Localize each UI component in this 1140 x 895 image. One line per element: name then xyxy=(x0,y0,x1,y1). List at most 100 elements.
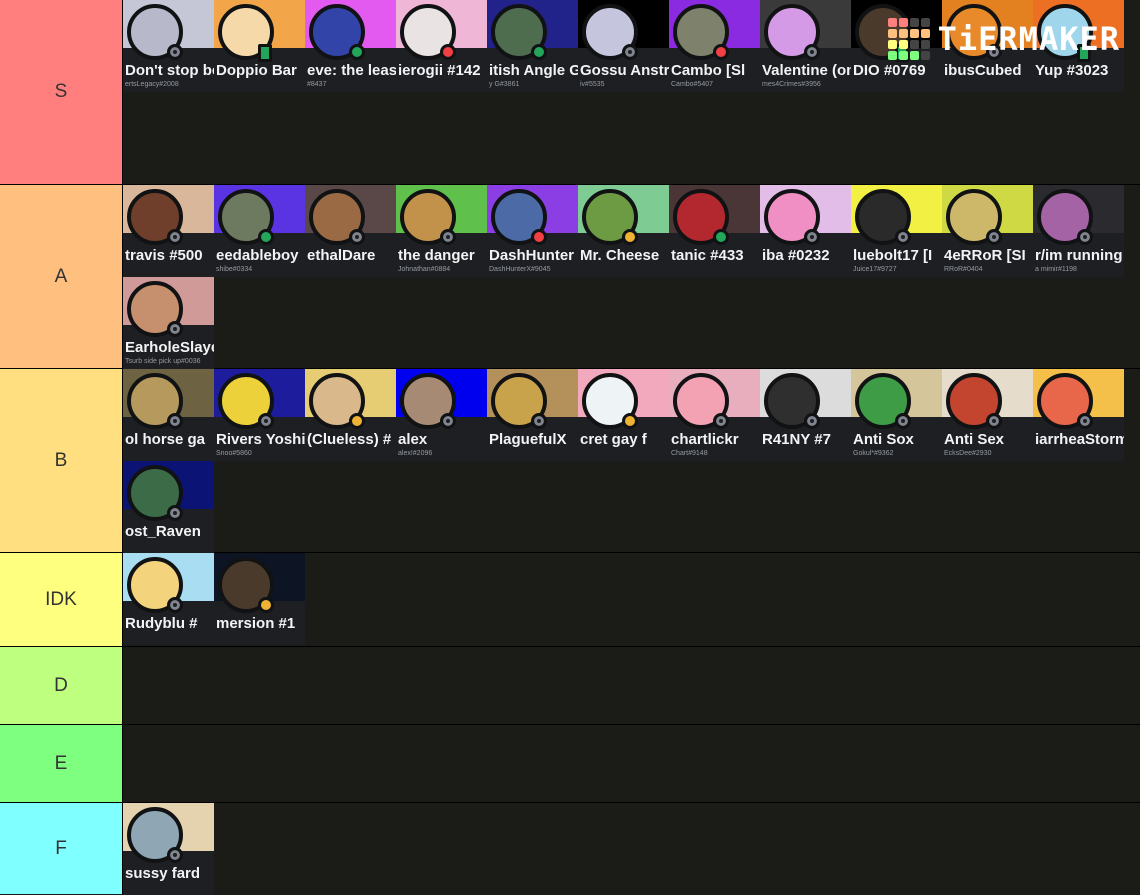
logo-grid-cell xyxy=(920,18,930,27)
tier-items[interactable]: sussy fard xyxy=(123,803,1140,895)
display-name: chartlickr xyxy=(671,431,739,448)
display-name: Don't stop be xyxy=(125,62,214,79)
logo-grid-cell xyxy=(898,51,908,60)
tier-item-card[interactable]: chartlickr Chart#9148 xyxy=(669,369,760,461)
tier-label[interactable]: D xyxy=(0,647,123,724)
logo-grid-cell xyxy=(887,29,897,38)
status-mobile-icon xyxy=(258,44,272,62)
tier-item-card[interactable]: alex alex!#2096 xyxy=(396,369,487,461)
tier-label[interactable]: F xyxy=(0,803,123,894)
tier-item-card[interactable]: Don't stop be ertsLegacy#2008 xyxy=(123,0,214,92)
display-name: Gossu Anstro xyxy=(580,62,669,79)
logo-grid-cell xyxy=(887,18,897,27)
tier-item-card[interactable]: Rudyblu # xyxy=(123,553,214,645)
tiermaker-logo: TiERMAKER xyxy=(887,18,1120,60)
user-tag: Gokul*#9362 xyxy=(853,450,894,457)
tier-item-card[interactable]: Gossu Anstro iv#5535 xyxy=(578,0,669,92)
tier-item-card[interactable]: PlaguefulX xyxy=(487,369,578,461)
tier-item-card[interactable]: luebolt17 [I Juice17#9727 xyxy=(851,185,942,277)
status-offline-icon xyxy=(349,229,365,245)
tier-item-card[interactable]: Anti Sox Gokul*#9362 xyxy=(851,369,942,461)
tier-item-card[interactable]: Valentine (on mes4Crimes#3956 xyxy=(760,0,851,92)
tier-item-card[interactable]: R41NY #7 xyxy=(760,369,851,461)
tier-item-card[interactable]: the danger Johnathan#0884 xyxy=(396,185,487,277)
tier-item-card[interactable]: Doppio Bar xyxy=(214,0,305,92)
display-name: tanic #433 xyxy=(671,247,744,264)
display-name: DIO #0769 xyxy=(853,62,926,79)
tier-items[interactable]: ol horse ga Rivers Yoshi Kira Snoo#5860 (Cl… xyxy=(123,369,1140,553)
tier-item-card[interactable]: EarholeSlayer Tsurb side pick up#0036 xyxy=(123,277,214,369)
tier-item-card[interactable]: iba #0232 xyxy=(760,185,851,277)
tier-row-d: D xyxy=(0,647,1140,724)
logo-grid-cell xyxy=(898,18,908,27)
tier-item-card[interactable]: Rivers Yoshi Kira Snoo#5860 xyxy=(214,369,305,461)
tier-item-card[interactable]: travis #500 xyxy=(123,185,214,277)
tier-row-f: Fsussy fard xyxy=(0,803,1140,895)
tier-label[interactable]: A xyxy=(0,185,123,368)
status-offline-icon xyxy=(1077,229,1093,245)
tier-item-card[interactable]: ierogii #142 xyxy=(396,0,487,92)
tier-items[interactable] xyxy=(123,647,1140,724)
display-name: Doppio Bar xyxy=(216,62,297,79)
display-name: eve: the least xyxy=(307,62,396,79)
user-tag: Snoo#5860 xyxy=(216,450,252,457)
tier-item-card[interactable]: Mr. Cheese xyxy=(578,185,669,277)
user-tag: Tsurb side pick up#0036 xyxy=(125,358,201,365)
status-offline-icon xyxy=(167,597,183,613)
logo-grid-cell xyxy=(909,29,919,38)
status-offline-icon xyxy=(713,413,729,429)
tier-items[interactable] xyxy=(123,725,1140,802)
tier-item-card[interactable]: iarrheaStorm 3708 xyxy=(1033,369,1124,461)
tier-item-card[interactable]: mersion #1 xyxy=(214,553,305,645)
status-offline-icon xyxy=(440,229,456,245)
tier-label[interactable]: IDK xyxy=(0,553,123,646)
display-name: DashHunter xyxy=(489,247,575,264)
logo-grid-cell xyxy=(909,40,919,49)
display-name: Valentine (on xyxy=(762,62,851,79)
tier-row-a: Atravis #500 eedableboy shibe#0334 ethalDar… xyxy=(0,185,1140,369)
user-tag: Cambo#5407 xyxy=(671,81,714,88)
tier-items[interactable]: travis #500 eedableboy shibe#0334 ethalDare… xyxy=(123,185,1140,369)
tier-item-card[interactable]: ol horse ga xyxy=(123,369,214,461)
tier-item-card[interactable]: eedableboy shibe#0334 xyxy=(214,185,305,277)
user-tag: alex!#2096 xyxy=(398,450,433,457)
tier-item-card[interactable]: itish Angle G y G#3861 xyxy=(487,0,578,92)
logo-grid-cell xyxy=(898,40,908,49)
tier-item-card[interactable]: Anti Sex EcksDee#2930 xyxy=(942,369,1033,461)
tier-items[interactable]: Rudyblu # mersion #1 xyxy=(123,553,1140,646)
tier-item-card[interactable]: ost_Raven xyxy=(123,461,214,553)
tier-item-card[interactable]: sussy fard xyxy=(123,803,214,895)
logo-grid-cell xyxy=(909,18,919,27)
status-offline-icon xyxy=(804,44,820,60)
status-online-icon xyxy=(258,229,274,245)
status-idle-icon xyxy=(349,413,365,429)
tier-item-card[interactable]: tanic #433 xyxy=(669,185,760,277)
display-name: EarholeSlayer xyxy=(125,339,214,356)
status-online-icon xyxy=(349,44,365,60)
tier-item-card[interactable]: eve: the least #8437 xyxy=(305,0,396,92)
tier-item-card[interactable]: r/im running a mimir#1198 xyxy=(1033,185,1124,277)
user-tag: y G#3861 xyxy=(489,81,520,88)
status-offline-icon xyxy=(167,229,183,245)
tier-item-card[interactable]: (Clueless) # xyxy=(305,369,396,461)
tier-item-card[interactable]: ethalDare xyxy=(305,185,396,277)
status-dnd-icon xyxy=(713,44,729,60)
tier-label[interactable]: B xyxy=(0,369,123,552)
tier-item-card[interactable]: 4eRRoR [SI RRoR#0404 xyxy=(942,185,1033,277)
tier-item-card[interactable]: DashHunter DashHunterX#9045 xyxy=(487,185,578,277)
logo-grid-cell xyxy=(909,51,919,60)
display-name: Mr. Cheese xyxy=(580,247,660,264)
status-dnd-icon xyxy=(531,229,547,245)
status-offline-icon xyxy=(167,413,183,429)
logo-grid-cell xyxy=(887,40,897,49)
tier-label[interactable]: S xyxy=(0,0,123,184)
tiermaker-grid-icon xyxy=(887,18,930,60)
user-tag: iv#5535 xyxy=(580,81,605,88)
tier-label[interactable]: E xyxy=(0,725,123,802)
user-tag: #8437 xyxy=(307,81,327,88)
tier-item-card[interactable]: cret gay f xyxy=(578,369,669,461)
status-offline-icon xyxy=(258,413,274,429)
display-name: Cambo [Sl xyxy=(671,62,746,79)
display-name: eedableboy xyxy=(216,247,299,264)
tier-item-card[interactable]: Cambo [Sl Cambo#5407 xyxy=(669,0,760,92)
